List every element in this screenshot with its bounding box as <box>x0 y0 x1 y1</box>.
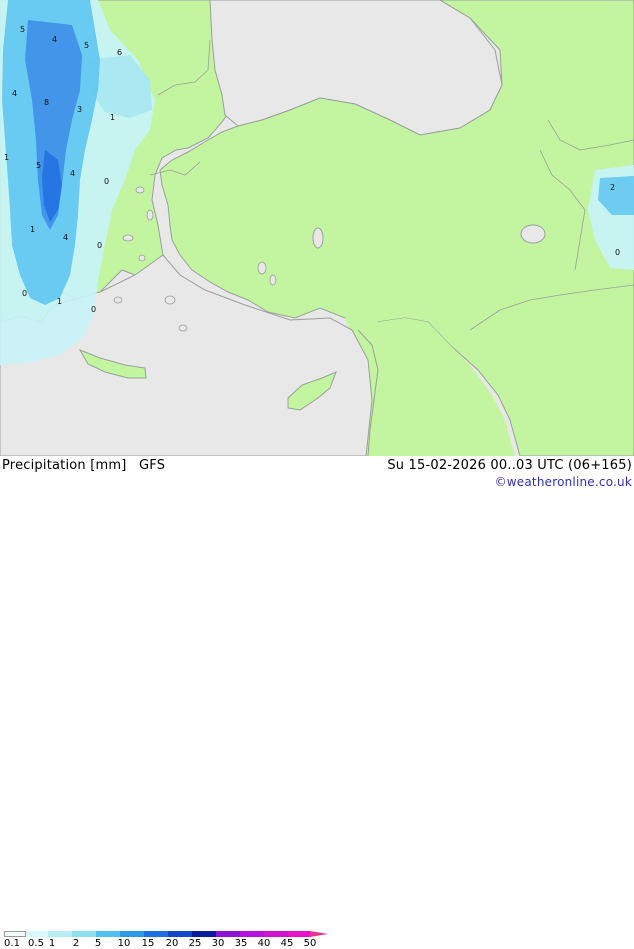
chart-title: Precipitation [mm] <box>2 458 127 473</box>
legend-swatch <box>168 931 192 937</box>
contour-label: 4 <box>70 169 75 178</box>
legend-tick: 0.5 <box>28 938 44 949</box>
legend-swatch <box>240 931 264 937</box>
contour-label: 4 <box>52 35 57 44</box>
contour-label: 5 <box>20 25 25 34</box>
contour-label: 1 <box>4 153 9 162</box>
legend-swatch <box>26 931 48 937</box>
lake-tuz <box>312 227 324 249</box>
legend-tick: 1 <box>48 938 56 949</box>
contour-label: 4 <box>63 233 68 242</box>
contour-label: 8 <box>44 98 49 107</box>
contour-label: 0 <box>104 177 109 186</box>
credit-link[interactable]: ©weatheronline.co.uk <box>495 475 632 489</box>
legend-swatch <box>216 931 240 937</box>
legend-tick: 25 <box>188 938 202 949</box>
legend-swatch <box>72 931 96 937</box>
valid-datetime: Su 15-02-2026 00..03 UTC (06+165) <box>387 458 632 473</box>
legend-swatch <box>96 931 120 937</box>
lake-van <box>520 224 546 244</box>
legend-tick: 40 <box>257 938 271 949</box>
map-canvas: 5 4 5 6 4 8 3 1 1 5 4 0 1 4 0 0 1 0 2 0 <box>0 0 634 457</box>
legend-tick: 20 <box>165 938 179 949</box>
legend-tick: 0.1 <box>4 938 20 949</box>
legend-tick: 5 <box>94 938 102 949</box>
contour-label: 1 <box>30 225 35 234</box>
contour-label: 1 <box>57 297 62 306</box>
contour-label: 0 <box>91 305 96 314</box>
model-name: GFS <box>139 458 166 473</box>
contour-label: 0 <box>615 248 620 257</box>
legend-swatch <box>144 931 168 937</box>
contour-label: 2 <box>610 183 615 192</box>
precipitation-map: 5 4 5 6 4 8 3 1 1 5 4 0 1 4 0 0 1 0 2 0 <box>0 0 634 457</box>
contour-label: 5 <box>84 41 89 50</box>
contour-label: 0 <box>22 289 27 298</box>
legend-tick: 10 <box>117 938 131 949</box>
legend-tick: 35 <box>234 938 248 949</box>
contour-label: 5 <box>36 161 41 170</box>
contour-label: 0 <box>97 241 102 250</box>
footer: Precipitation [mm] GFS Su 15-02-2026 00.… <box>0 456 634 949</box>
legend-tick: 45 <box>280 938 294 949</box>
legend-swatch <box>48 931 72 937</box>
contour-label: 6 <box>117 48 122 57</box>
legend-swatch <box>192 931 216 937</box>
contour-label: 4 <box>12 89 17 98</box>
legend-swatch <box>264 931 288 937</box>
legend-swatch <box>120 931 144 937</box>
legend-tick: 50 <box>303 938 317 949</box>
contour-label: 1 <box>110 113 115 122</box>
legend-swatch <box>288 931 310 937</box>
legend-tick: 15 <box>141 938 155 949</box>
contour-label: 3 <box>77 105 82 114</box>
legend-tick: 30 <box>211 938 225 949</box>
legend-tick: 2 <box>72 938 80 949</box>
legend-swatch <box>4 931 26 937</box>
